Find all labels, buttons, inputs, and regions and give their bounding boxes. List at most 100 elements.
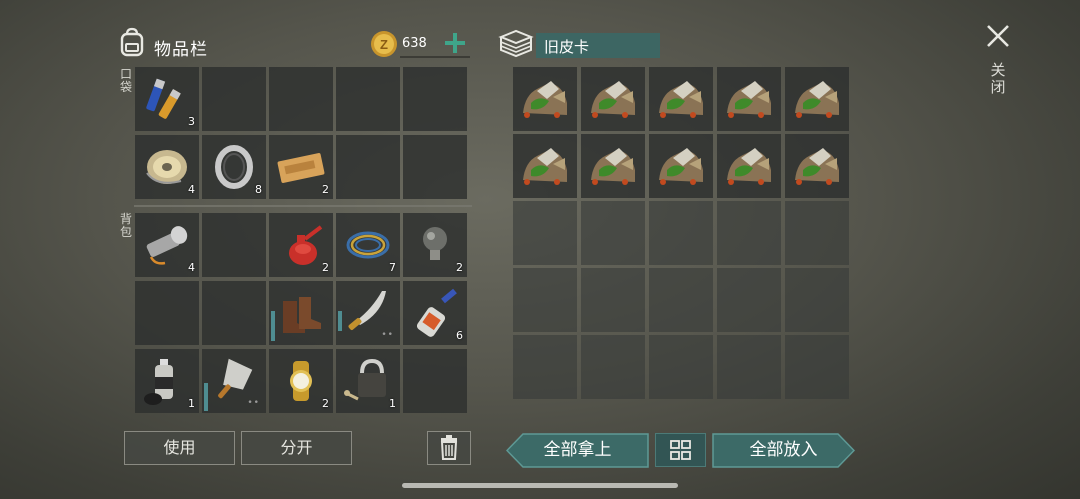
container-slot[interactable]	[785, 335, 849, 399]
container-slot[interactable]	[513, 201, 577, 265]
sort-button[interactable]	[655, 433, 706, 467]
spray-paint-icon	[144, 359, 173, 405]
container-slot[interactable]	[717, 335, 781, 399]
scrap-pile-icon	[727, 81, 771, 118]
pocket-slot[interactable]	[269, 67, 333, 131]
svg-text:Z: Z	[380, 37, 388, 52]
use-button[interactable]: 使用	[124, 431, 235, 465]
cable-coil-icon	[346, 231, 390, 259]
backpack-slot[interactable]: 2	[269, 349, 333, 413]
pocket-slot[interactable]	[336, 135, 400, 199]
section-divider	[134, 205, 472, 207]
backpack-slot[interactable]	[135, 281, 199, 345]
backpack-slot[interactable]	[269, 281, 333, 345]
item-count: 4	[188, 261, 195, 274]
backpack-slot[interactable]: 1	[135, 349, 199, 413]
close-label[interactable]: 关闭	[988, 62, 1008, 96]
container-slot[interactable]	[513, 134, 577, 198]
durability-bar	[204, 383, 208, 411]
backpack-slot[interactable]: ••	[336, 281, 400, 345]
inventory-title: 物品栏	[154, 40, 208, 60]
backpack-slot[interactable]: 2	[269, 213, 333, 277]
container-slot[interactable]	[513, 67, 577, 131]
pocket-slot[interactable]: 8	[202, 135, 266, 199]
pocket-slot[interactable]: 2	[269, 135, 333, 199]
container-slot[interactable]	[717, 67, 781, 131]
backpack-slot[interactable]	[202, 213, 266, 277]
container-slot[interactable]	[581, 201, 645, 265]
wire-spool-icon	[146, 150, 187, 184]
container-slot[interactable]	[581, 268, 645, 332]
container-slot[interactable]	[717, 201, 781, 265]
pocket-section-label: 口袋	[119, 67, 132, 94]
pocket-slot[interactable]	[403, 67, 467, 131]
container-slot[interactable]	[785, 67, 849, 131]
container-name: 旧皮卡	[536, 33, 660, 58]
backpack-slot[interactable]: 6	[403, 281, 467, 345]
header-divider	[400, 56, 470, 58]
attachment-dots: ••	[381, 330, 394, 340]
item-count: 2	[322, 397, 329, 410]
pocket-slot[interactable]	[336, 67, 400, 131]
item-count: 6	[456, 329, 463, 342]
attachment-dots: ••	[247, 398, 260, 408]
scrap-pile-icon	[659, 81, 703, 118]
pocket-slot[interactable]: 3	[135, 67, 199, 131]
scrap-pile-icon	[795, 81, 839, 118]
container-slot[interactable]	[717, 134, 781, 198]
container-slot[interactable]	[649, 335, 713, 399]
put-all-button[interactable]: 全部放入	[712, 433, 855, 468]
take-all-label: 全部拿上	[543, 440, 612, 460]
item-count: 4	[188, 183, 195, 196]
item-count: 8	[255, 183, 262, 196]
item-count: 3	[188, 115, 195, 128]
take-all-button[interactable]: 全部拿上	[506, 433, 649, 468]
container-slot[interactable]	[649, 201, 713, 265]
pocket-slot[interactable]	[202, 67, 266, 131]
backpack-slot[interactable]	[202, 281, 266, 345]
discard-button[interactable]	[427, 431, 471, 465]
container-slot[interactable]	[581, 335, 645, 399]
container-slot[interactable]	[785, 201, 849, 265]
backpack-slot[interactable]: 1	[336, 349, 400, 413]
durability-bar	[338, 311, 342, 331]
scrap-pile-icon	[591, 81, 635, 118]
coin-balance: 638	[402, 36, 427, 51]
container-slot[interactable]	[513, 268, 577, 332]
batteries-icon	[146, 78, 181, 119]
backpack-slot[interactable]: ••	[202, 349, 266, 413]
light-bulb-icon	[423, 227, 447, 260]
item-count: 1	[389, 397, 396, 410]
backpack-slot[interactable]: 2	[403, 213, 467, 277]
scrap-pile-icon	[659, 148, 703, 185]
backpack-slot[interactable]: 7	[336, 213, 400, 277]
bearing-icon	[215, 145, 253, 189]
oil-can-icon	[289, 225, 323, 265]
container-slot[interactable]	[785, 134, 849, 198]
container-slot[interactable]	[649, 134, 713, 198]
boots-icon	[283, 297, 321, 333]
container-slot[interactable]	[649, 67, 713, 131]
backpack-slot[interactable]: 4	[135, 213, 199, 277]
glue-tube-icon	[416, 288, 457, 337]
grid-sort-icon	[670, 440, 691, 460]
add-coins-button[interactable]	[442, 30, 468, 56]
flashlight-icon	[146, 226, 188, 265]
pocket-slot[interactable]	[403, 135, 467, 199]
item-count: 7	[389, 261, 396, 274]
container-slot[interactable]	[581, 134, 645, 198]
container-icon	[498, 29, 534, 58]
item-count: 1	[188, 397, 195, 410]
container-slot[interactable]	[785, 268, 849, 332]
container-slot[interactable]	[717, 268, 781, 332]
item-count: 2	[322, 261, 329, 274]
trash-icon	[440, 435, 458, 460]
backpack-slot[interactable]	[403, 349, 467, 413]
item-count: 2	[456, 261, 463, 274]
container-slot[interactable]	[513, 335, 577, 399]
container-slot[interactable]	[649, 268, 713, 332]
container-slot[interactable]	[581, 67, 645, 131]
close-icon[interactable]	[984, 22, 1012, 50]
pocket-slot[interactable]: 4	[135, 135, 199, 199]
split-button[interactable]: 分开	[241, 431, 352, 465]
